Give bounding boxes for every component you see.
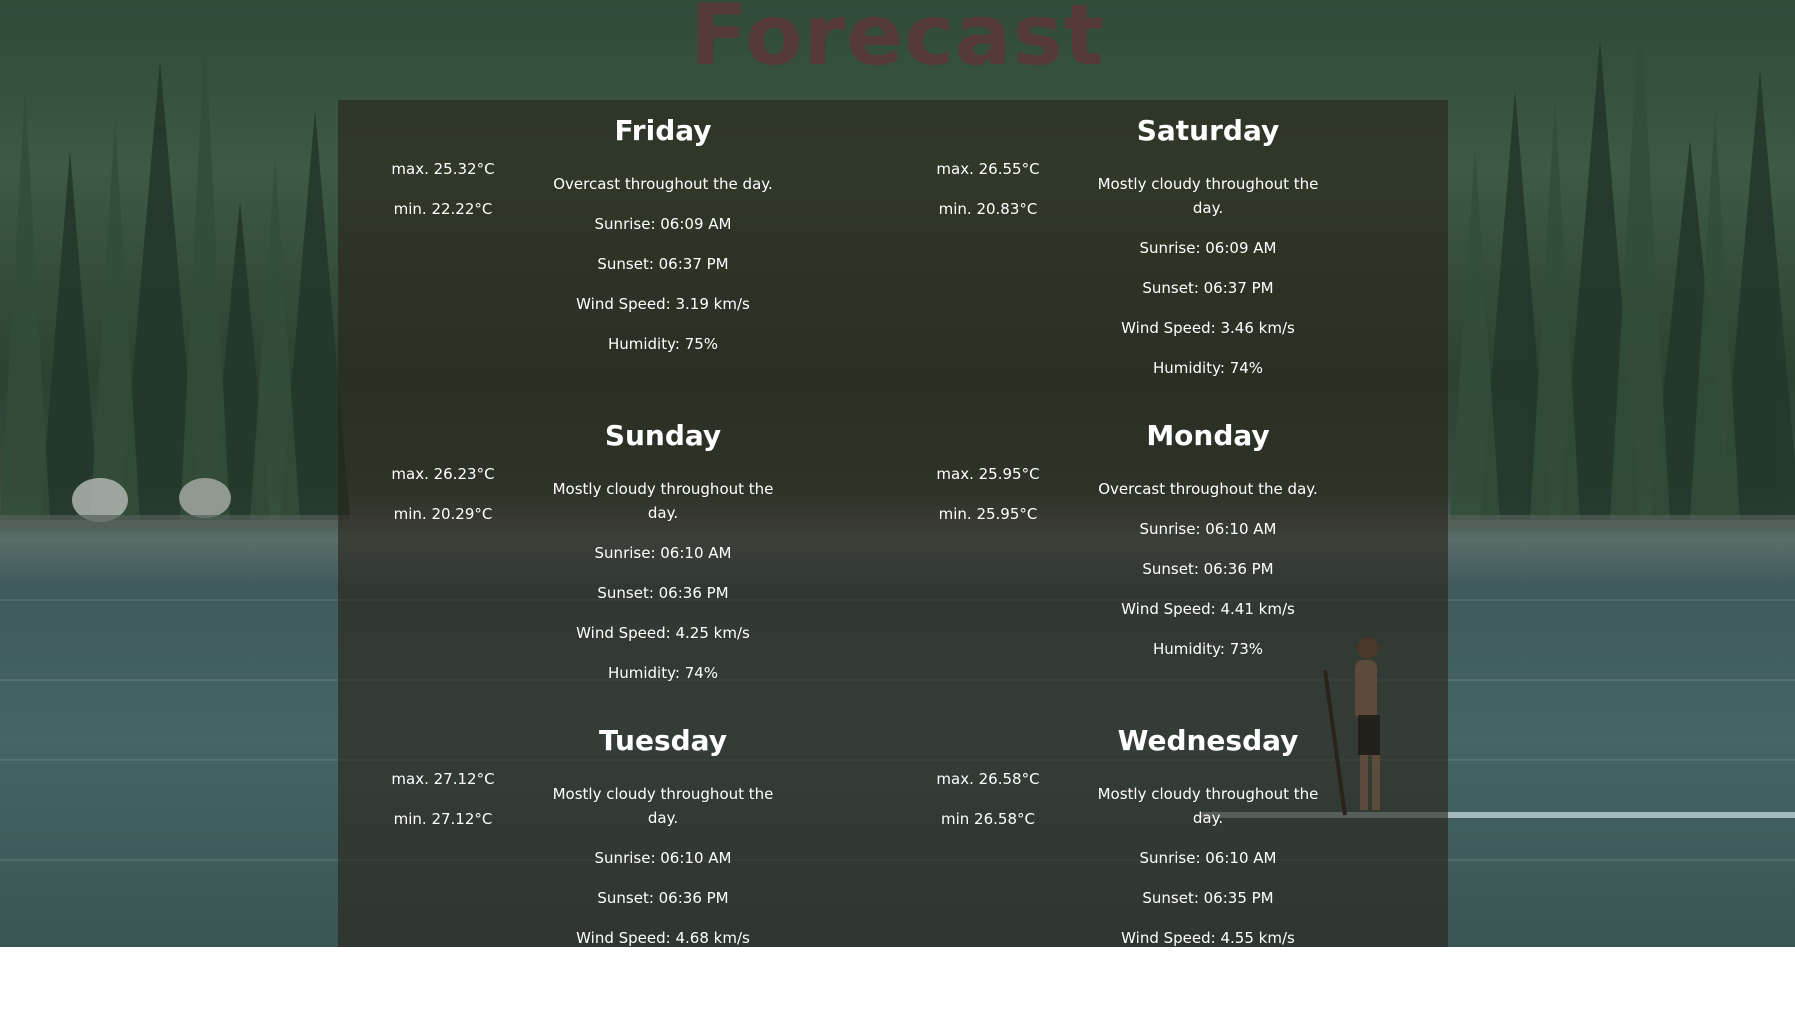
sunset-time: Sunset: 06:37 PM (597, 255, 729, 273)
day-details: Overcast throughout the day. Sunrise: 06… (1093, 477, 1323, 677)
day-card-saturday: max. 26.55°C min. 20.83°C Saturday Mostl… (883, 100, 1428, 400)
min-temperature: min. 22.22°C (393, 200, 493, 218)
sunrise-time: Sunrise: 06:10 AM (1139, 520, 1277, 538)
min-temperature: min 26.58°C (941, 810, 1035, 828)
sunset-time: Sunset: 06:36 PM (1142, 560, 1274, 578)
sunset-time: Sunset: 06:36 PM (597, 584, 729, 602)
max-temperature: max. 25.95°C (936, 465, 1040, 483)
temperature-range: max. 26.55°C min. 20.83°C (923, 160, 1053, 240)
sunrise-time: Sunrise: 06:10 AM (594, 849, 732, 867)
max-temperature: max. 25.32°C (391, 160, 495, 178)
wind-speed: Wind Speed: 3.46 km/s (1121, 319, 1295, 337)
day-card-tuesday: max. 27.12°C min. 27.12°C Tuesday Mostly… (338, 710, 883, 1010)
max-temperature: max. 26.23°C (391, 465, 495, 483)
temperature-range: max. 26.58°C min 26.58°C (923, 770, 1053, 850)
day-card-wednesday: max. 26.58°C min 26.58°C Wednesday Mostl… (883, 710, 1428, 1010)
sunset-time: Sunset: 06:37 PM (1142, 279, 1274, 297)
day-details: Mostly cloudy throughout the day. Sunris… (548, 477, 778, 701)
humidity: Humidity: 75% (607, 335, 719, 353)
day-name: Saturday (1136, 114, 1280, 147)
wind-speed: Wind Speed: 3.19 km/s (576, 295, 750, 313)
min-temperature: min. 20.83°C (938, 200, 1038, 218)
sunset-time: Sunset: 06:35 PM (1142, 889, 1274, 907)
day-details: Mostly cloudy throughout the day. Sunris… (548, 782, 778, 966)
max-temperature: max. 26.58°C (936, 770, 1040, 788)
day-card-sunday: max. 26.23°C min. 20.29°C Sunday Mostly … (338, 405, 883, 705)
wind-speed: Wind Speed: 4.41 km/s (1121, 600, 1295, 618)
sunrise-time: Sunrise: 06:10 AM (1139, 849, 1277, 867)
weather-description: Overcast throughout the day. (1098, 480, 1318, 498)
humidity: Humidity: 74% (607, 664, 719, 682)
min-temperature: min. 25.95°C (938, 505, 1038, 523)
max-temperature: max. 27.12°C (391, 770, 495, 788)
day-details: Mostly cloudy throughout the day. Sunris… (1093, 172, 1323, 396)
humidity: Humidity: 74% (1152, 359, 1264, 377)
sunrise-time: Sunrise: 06:10 AM (594, 544, 732, 562)
weather-description: Mostly cloudy throughout the day. (1097, 175, 1319, 217)
day-name: Monday (1146, 419, 1270, 452)
temperature-range: max. 27.12°C min. 27.12°C (378, 770, 508, 850)
sunrise-time: Sunrise: 06:09 AM (594, 215, 732, 233)
day-card-friday: max. 25.32°C min. 22.22°C Friday Overcas… (338, 100, 883, 400)
day-name: Tuesday (599, 724, 727, 757)
wind-speed: Wind Speed: 4.55 km/s (1121, 929, 1295, 947)
day-details: Overcast throughout the day. Sunrise: 06… (548, 172, 778, 372)
day-card-monday: max. 25.95°C min. 25.95°C Monday Overcas… (883, 405, 1428, 705)
humidity: Humidity: 73% (1152, 640, 1264, 658)
max-temperature: max. 26.55°C (936, 160, 1040, 178)
temperature-range: max. 25.32°C min. 22.22°C (378, 160, 508, 240)
sunset-time: Sunset: 06:36 PM (597, 889, 729, 907)
day-name: Wednesday (1117, 724, 1299, 757)
weather-description: Mostly cloudy throughout the day. (1097, 785, 1319, 827)
weather-description: Overcast throughout the day. (553, 175, 773, 193)
sunrise-time: Sunrise: 06:09 AM (1139, 239, 1277, 257)
day-name: Friday (614, 114, 712, 147)
weather-description: Mostly cloudy throughout the day. (552, 785, 774, 827)
temperature-range: max. 26.23°C min. 20.29°C (378, 465, 508, 545)
day-details: Mostly cloudy throughout the day. Sunris… (1093, 782, 1323, 966)
temperature-range: max. 25.95°C min. 25.95°C (923, 465, 1053, 545)
min-temperature: min. 20.29°C (393, 505, 493, 523)
day-name: Sunday (604, 419, 722, 452)
forecast-panel: max. 25.32°C min. 22.22°C Friday Overcas… (338, 100, 1448, 947)
wind-speed: Wind Speed: 4.25 km/s (576, 624, 750, 642)
wind-speed: Wind Speed: 4.68 km/s (576, 929, 750, 947)
min-temperature: min. 27.12°C (393, 810, 493, 828)
page-title: Forecast (690, 0, 1105, 84)
weather-description: Mostly cloudy throughout the day. (552, 480, 774, 522)
